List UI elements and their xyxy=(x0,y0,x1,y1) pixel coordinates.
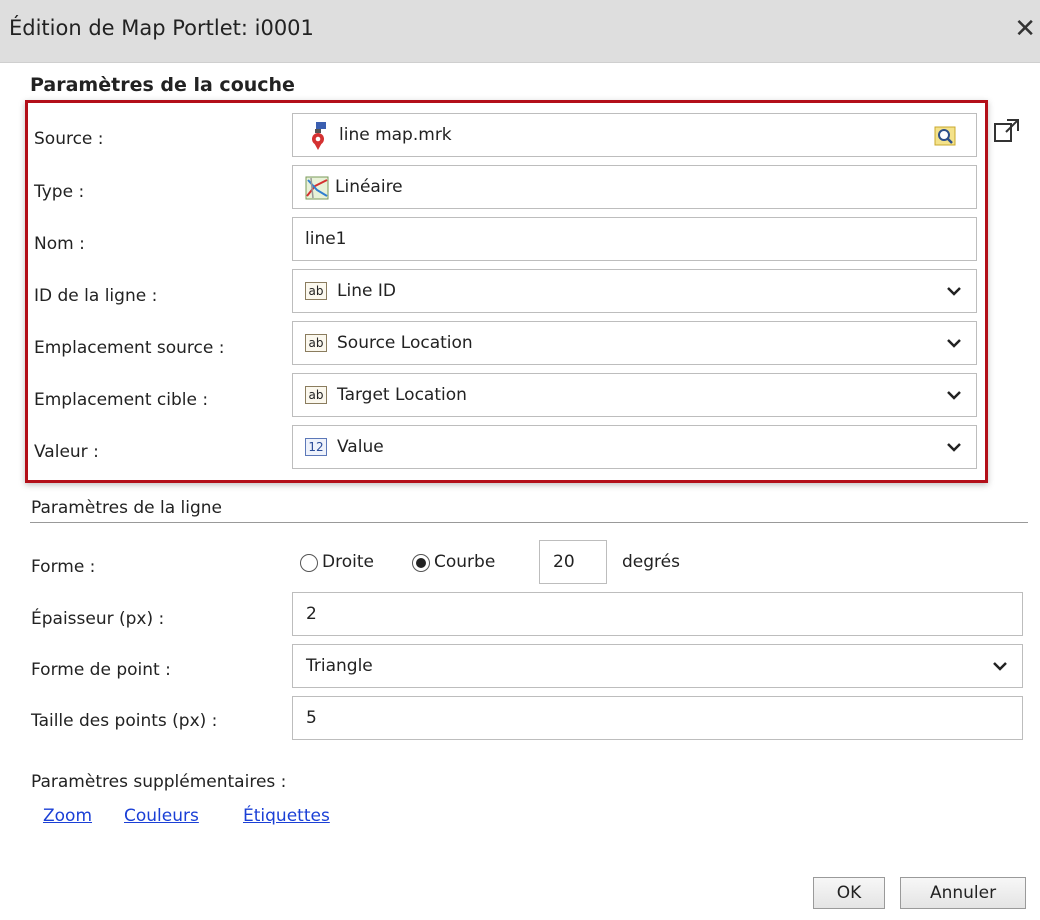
radio-curve-label[interactable]: Courbe xyxy=(434,552,495,572)
shape-label: Forme : xyxy=(31,557,96,577)
radio-straight-label[interactable]: Droite xyxy=(322,552,374,572)
extra-settings-label: Paramètres supplémentaires : xyxy=(31,772,287,792)
line-id-value: Line ID xyxy=(337,281,396,301)
type-label: Type : xyxy=(34,182,85,202)
point-shape-select[interactable]: Triangle xyxy=(292,644,1023,688)
point-shape-value: Triangle xyxy=(306,656,373,676)
target-location-label: Emplacement cible : xyxy=(34,390,209,410)
text-field-icon: ab xyxy=(305,282,327,300)
source-field[interactable]: line map.mrk xyxy=(292,113,977,157)
dialog-title: Édition de Map Portlet: i0001 xyxy=(9,16,314,40)
cancel-button[interactable]: Annuler xyxy=(900,877,1026,909)
radio-curve[interactable] xyxy=(412,554,430,572)
line-section-title: Paramètres de la ligne xyxy=(31,498,223,518)
zoom-link[interactable]: Zoom xyxy=(43,806,92,826)
thickness-value: 2 xyxy=(306,604,317,624)
degrees-unit: degrés xyxy=(622,552,680,572)
degrees-value: 20 xyxy=(553,552,575,572)
target-location-select[interactable]: ab Target Location xyxy=(292,373,977,417)
point-size-label: Taille des points (px) : xyxy=(31,711,218,731)
source-value: line map.mrk xyxy=(339,125,452,145)
map-marker-icon xyxy=(312,122,326,150)
degrees-input[interactable]: 20 xyxy=(539,540,607,584)
target-location-value: Target Location xyxy=(337,385,467,405)
value-value: Value xyxy=(337,437,384,457)
source-location-value: Source Location xyxy=(337,333,473,353)
source-location-select[interactable]: ab Source Location xyxy=(292,321,977,365)
chevron-down-icon[interactable] xyxy=(946,389,962,401)
type-value: Linéaire xyxy=(335,177,403,197)
labels-link[interactable]: Étiquettes xyxy=(243,806,330,826)
chevron-down-icon[interactable] xyxy=(946,285,962,297)
line-id-label: ID de la ligne : xyxy=(34,286,158,306)
close-icon[interactable]: ✕ xyxy=(1014,14,1036,44)
thickness-label: Épaisseur (px) : xyxy=(31,609,165,629)
name-value: line1 xyxy=(305,229,347,249)
radio-straight[interactable] xyxy=(300,554,318,572)
point-size-value: 5 xyxy=(306,708,317,728)
value-label: Valeur : xyxy=(34,442,99,462)
section-divider xyxy=(30,522,1028,523)
layer-section-title: Paramètres de la couche xyxy=(30,74,295,96)
linear-map-icon xyxy=(305,176,329,200)
name-input[interactable]: line1 xyxy=(292,217,977,261)
numeric-field-icon: 12 xyxy=(305,438,327,456)
dialog-titlebar: Édition de Map Portlet: i0001 ✕ xyxy=(0,0,1040,63)
line-id-select[interactable]: ab Line ID xyxy=(292,269,977,313)
text-field-icon: ab xyxy=(305,386,327,404)
value-select[interactable]: 12 Value xyxy=(292,425,977,469)
source-label: Source : xyxy=(34,129,104,149)
chevron-down-icon[interactable] xyxy=(946,337,962,349)
chevron-down-icon[interactable] xyxy=(946,441,962,453)
thickness-input[interactable]: 2 xyxy=(292,592,1023,636)
search-folder-icon[interactable] xyxy=(934,125,956,147)
type-field: Linéaire xyxy=(292,165,977,209)
text-field-icon: ab xyxy=(305,334,327,352)
point-shape-label: Forme de point : xyxy=(31,660,171,680)
chevron-down-icon[interactable] xyxy=(992,660,1008,672)
name-label: Nom : xyxy=(34,234,85,254)
open-external-icon[interactable] xyxy=(992,115,1022,145)
source-location-label: Emplacement source : xyxy=(34,338,225,358)
colors-link[interactable]: Couleurs xyxy=(124,806,199,826)
point-size-input[interactable]: 5 xyxy=(292,696,1023,740)
ok-button[interactable]: OK xyxy=(813,877,885,909)
